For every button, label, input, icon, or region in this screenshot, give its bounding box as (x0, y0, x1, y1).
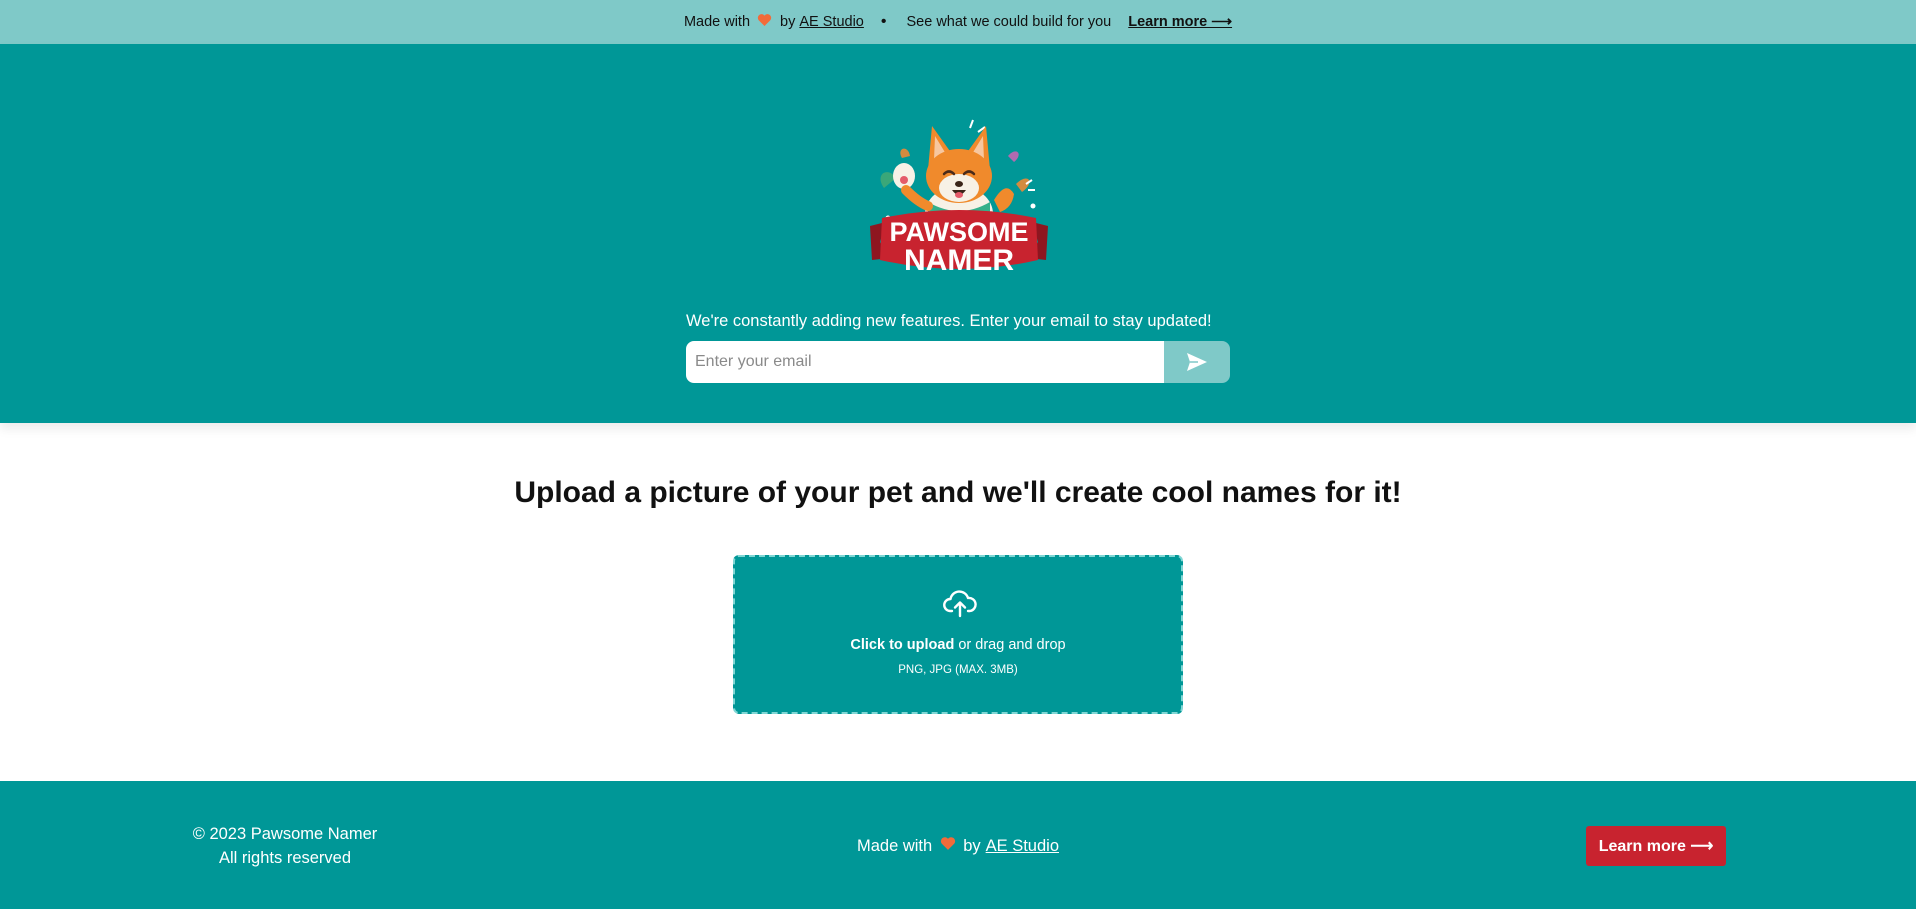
separator-dot: • (880, 13, 887, 30)
upload-formats: PNG, JPG (MAX. 3MB) (898, 664, 1018, 676)
page-headline: Upload a picture of your pet and we'll c… (514, 476, 1402, 509)
top-banner: Made with by AE Studio • See what we cou… (0, 0, 1916, 44)
ae-studio-link[interactable]: AE Studio (799, 14, 864, 30)
made-with-text: Made with (683, 14, 751, 30)
logo-text-line1: PAWSOME (889, 217, 1028, 247)
upload-dropzone[interactable]: Click to upload or drag and drop PNG, JP… (733, 555, 1183, 714)
send-email-button[interactable] (1164, 341, 1230, 383)
send-arrow-icon (1187, 353, 1207, 371)
footer-ae-studio-link[interactable]: AE Studio (986, 837, 1059, 856)
footer: © 2023 Pawsome Namer All rights reserved… (0, 781, 1916, 909)
logo-text-line2: NAMER (904, 244, 1014, 277)
email-input[interactable] (686, 341, 1164, 383)
pawsome-namer-logo: PAWSOME NAMER (870, 119, 1048, 277)
drag-drop-label: or drag and drop (954, 637, 1066, 653)
email-subscribe-form (686, 341, 1230, 383)
heart-icon (757, 13, 772, 31)
hero-section: PAWSOME NAMER We're constantly adding ne… (0, 44, 1916, 423)
subscribe-text: We're constantly adding new features. En… (686, 312, 1212, 330)
by-text: by (780, 14, 796, 30)
pitch-text: See what we could build for you (906, 14, 1112, 30)
heart-icon (940, 836, 956, 856)
footer-by-text: by (963, 836, 981, 855)
click-to-upload-label[interactable]: Click to upload (850, 637, 954, 653)
learn-more-link[interactable]: Learn more ⟶ (1128, 14, 1232, 30)
cloud-upload-icon (943, 590, 977, 618)
footer-made-with-text: Made with (856, 836, 933, 855)
footer-learn-more-button[interactable]: Learn more ⟶ (1586, 826, 1726, 866)
upload-instruction: Click to upload or drag and drop (735, 637, 1181, 653)
